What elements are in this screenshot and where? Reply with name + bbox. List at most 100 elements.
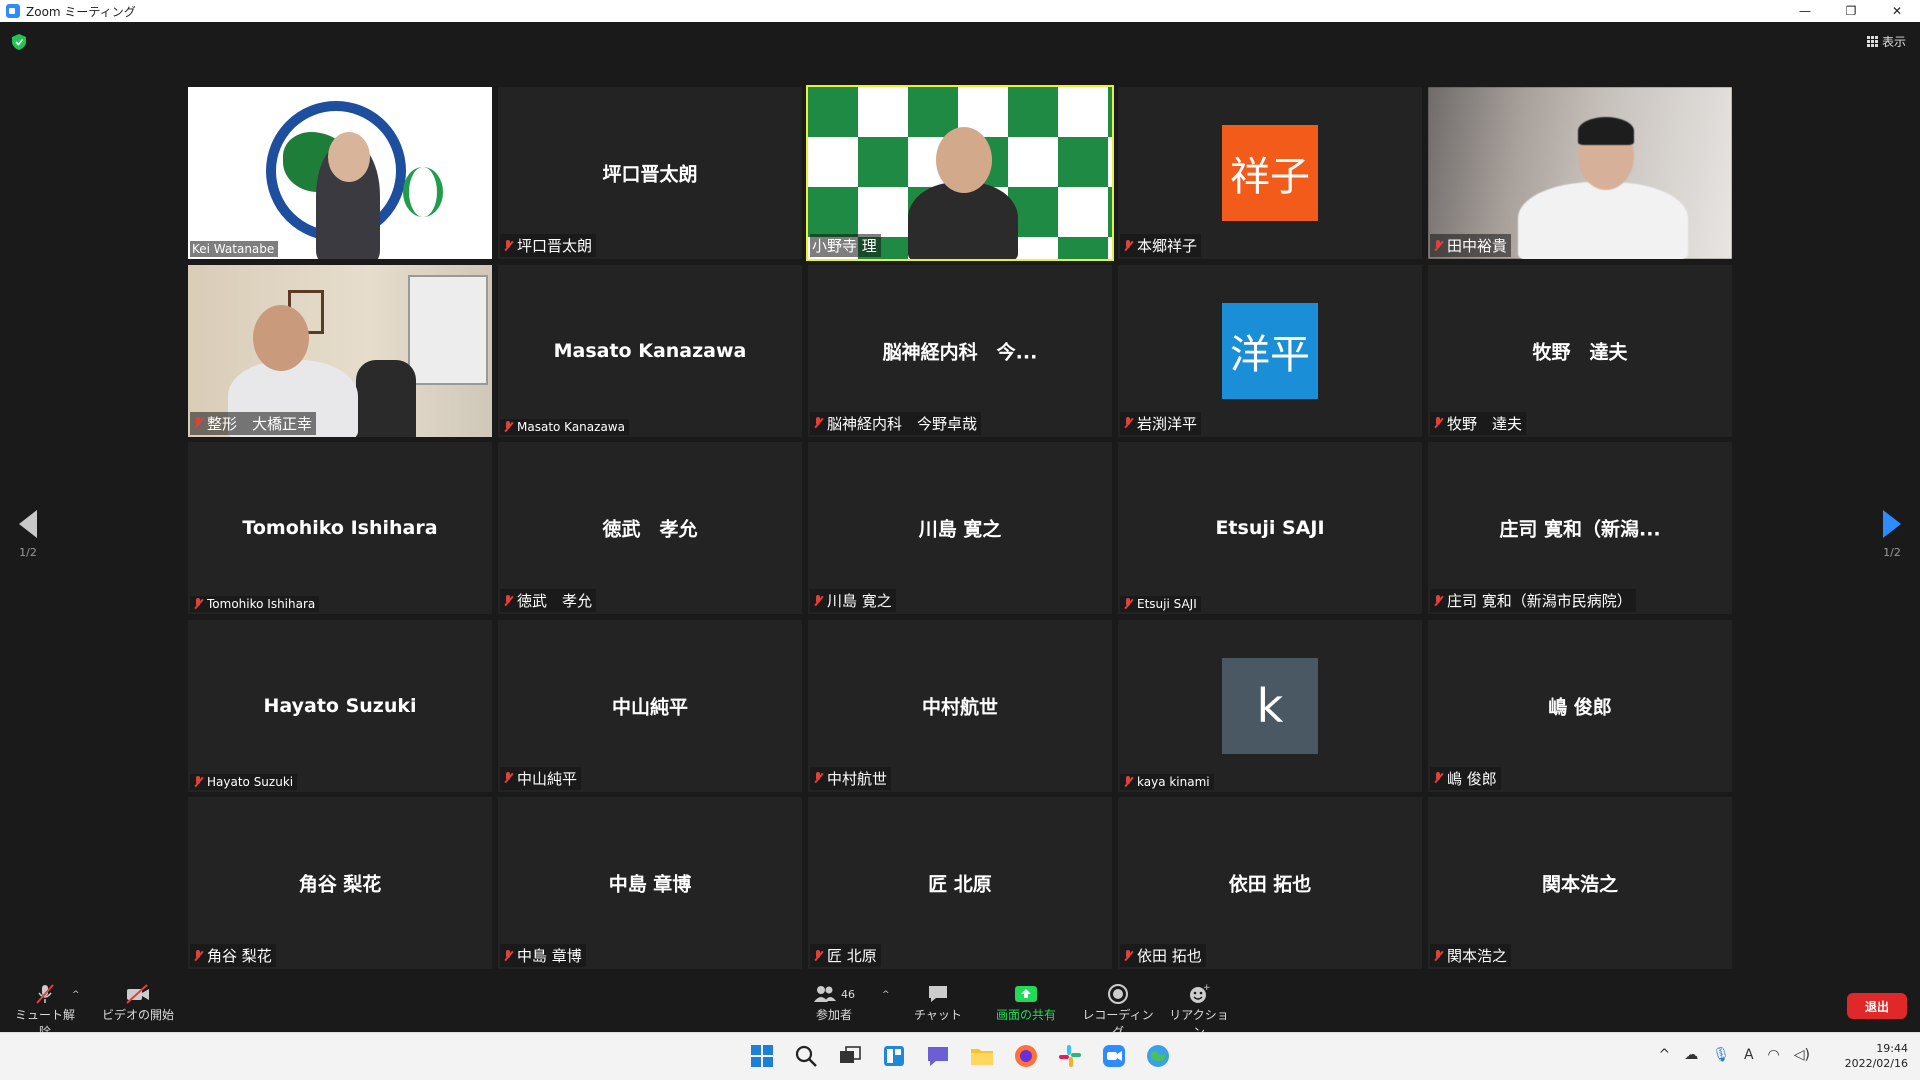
participant-avatar: k — [1222, 657, 1318, 754]
participant-name-text: 匠 北原 — [827, 947, 877, 965]
restore-button[interactable]: ❐ — [1828, 0, 1874, 22]
next-page-button[interactable]: 1/2 — [1872, 510, 1912, 559]
participant-display-name: 依田 拓也 — [1228, 873, 1312, 896]
tray-overflow-caret-icon[interactable]: ^ — [1658, 1047, 1670, 1063]
muted-mic-icon — [1122, 597, 1134, 611]
encryption-shield-icon[interactable] — [12, 34, 26, 50]
participants-options-caret[interactable]: ^ — [882, 990, 890, 1000]
participant-name-label: Masato Kanazawa — [500, 418, 629, 435]
view-button[interactable]: 表示 — [1866, 33, 1906, 50]
participant-tile[interactable]: 匠 北原匠 北原 — [808, 797, 1112, 969]
participant-tile[interactable]: 小野寺 理 — [806, 85, 1114, 261]
participant-name-label: Etsuji SAJI — [1120, 596, 1201, 612]
participant-name-text: 牧野 達夫 — [1447, 414, 1523, 433]
participant-name-label: 坪口晋太朗 — [500, 234, 597, 257]
participant-display-name: 関本浩之 — [1541, 873, 1618, 896]
participant-display-name: 角谷 梨花 — [298, 873, 382, 896]
record-icon — [1108, 984, 1128, 1004]
participant-tile[interactable]: 中村航世 中村航世 — [808, 619, 1112, 792]
participant-name-text: 岩渕洋平 — [1137, 414, 1198, 433]
participant-tile[interactable]: 坪口晋太朗 坪口晋太朗 — [498, 87, 802, 259]
previous-page-button[interactable]: 1/2 — [8, 510, 48, 559]
participant-tile[interactable]: 関本浩之 関本浩之 — [1428, 797, 1732, 969]
start-video-label: ビデオの開始 — [101, 1008, 174, 1022]
onedrive-cloud-icon[interactable]: ☁ — [1684, 1047, 1698, 1063]
participant-tile[interactable]: 洋平 岩渕洋平 — [1118, 264, 1422, 437]
participant-tile[interactable]: 整形 大橋正幸 — [188, 264, 492, 437]
teams-chat-icon[interactable] — [925, 1043, 951, 1069]
participant-display-name: 中村航世 — [921, 696, 998, 718]
microphone-muted-icon — [36, 984, 54, 1004]
minimize-button[interactable]: — — [1782, 0, 1828, 22]
participant-display-name: Etsuji SAJI — [1215, 517, 1325, 539]
search-icon[interactable] — [793, 1043, 819, 1069]
participant-tile[interactable]: Hayato Suzuki Hayato Suzuki — [188, 619, 492, 792]
file-explorer-icon[interactable] — [969, 1043, 995, 1069]
window-titlebar: Zoom ミーティング — ❐ ✕ — [0, 0, 1920, 22]
participant-name-label: 小野寺 理 — [810, 234, 881, 257]
participant-tile[interactable]: Etsuji SAJI Etsuji SAJI — [1118, 442, 1422, 614]
participant-name-label: 中山純平 — [500, 766, 582, 790]
zoom-taskbar-icon[interactable] — [1101, 1043, 1127, 1069]
participant-tile[interactable]: Tomohiko Ishihara Tomohiko Ishihara — [188, 442, 492, 614]
participant-name-text: Etsuji SAJI — [1137, 597, 1197, 611]
participant-tile[interactable]: 中島 章博 中島 章博 — [498, 797, 802, 969]
participant-name-label: Hayato Suzuki — [190, 773, 298, 790]
participant-tile[interactable]: 庄司 寛和（新潟... 庄司 寛和（新潟市民病院） — [1428, 442, 1732, 614]
share-screen-button[interactable]: 画面の共有 — [988, 982, 1064, 1023]
task-view-icon[interactable] — [837, 1043, 863, 1069]
wifi-icon[interactable]: ◠ — [1768, 1047, 1780, 1063]
muted-mic-icon — [502, 239, 514, 253]
participant-tile[interactable]: 田中裕貴 — [1428, 87, 1732, 259]
muted-mic-icon — [1122, 416, 1134, 430]
participant-tile[interactable]: 角谷 梨花 角谷 梨花 — [188, 797, 492, 969]
participants-count: 46 — [841, 987, 855, 1001]
participant-display-name: 坪口晋太朗 — [602, 163, 698, 186]
clock-time: 19:44 — [1876, 1042, 1908, 1055]
widgets-icon[interactable] — [881, 1043, 907, 1069]
browser-globe-icon[interactable] — [1145, 1043, 1171, 1069]
windows-start-icon[interactable] — [749, 1043, 775, 1069]
ime-indicator[interactable]: A — [1744, 1047, 1754, 1063]
start-video-button[interactable]: ビデオの開始 — [100, 982, 176, 1023]
participant-name-text: 依田 拓也 — [1137, 947, 1202, 965]
firefox-icon[interactable] — [1013, 1043, 1039, 1069]
participant-name-text: 中村航世 — [827, 769, 888, 788]
microphone-tray-icon[interactable]: 🎙︎ — [1712, 1047, 1730, 1063]
participant-tile[interactable]: 祥子 本郷祥子 — [1118, 87, 1422, 259]
clock[interactable]: 19:44 2022/02/16 — [1845, 1041, 1908, 1071]
participant-tile[interactable]: 脳神経内科 今... 脳神経内科 今野卓哉 — [808, 264, 1112, 437]
muted-mic-icon — [1432, 949, 1444, 963]
audio-options-caret[interactable]: ^ — [72, 990, 80, 1000]
speaker-icon[interactable]: ◁) — [1794, 1047, 1810, 1063]
reaction-smiley-icon: + — [1190, 983, 1210, 1003]
participant-tile[interactable]: 徳武 孝允 徳武 孝允 — [498, 442, 802, 614]
chat-button[interactable]: チャット — [910, 982, 966, 1023]
participant-tile[interactable]: k kaya kinami — [1118, 619, 1422, 792]
participant-name-label: 庄司 寛和（新潟市民病院） — [1430, 589, 1636, 612]
participant-name-text: 脳神経内科 今野卓哉 — [827, 414, 978, 433]
participant-video — [188, 87, 492, 259]
participant-display-name: 脳神経内科 今... — [882, 341, 1038, 363]
participant-tile[interactable]: 依田 拓也 依田 拓也 — [1118, 797, 1422, 969]
participants-button[interactable]: 46 参加者 — [806, 982, 862, 1023]
close-button[interactable]: ✕ — [1874, 0, 1920, 22]
muted-mic-icon — [1432, 239, 1444, 253]
participant-display-name: 中島 章博 — [608, 873, 692, 896]
slack-icon[interactable] — [1057, 1043, 1083, 1069]
participant-display-name: 嶋 俊郎 — [1548, 696, 1612, 718]
participant-tile[interactable]: 中山純平 中山純平 — [498, 619, 802, 792]
leave-meeting-button[interactable]: 退出 — [1847, 993, 1907, 1019]
participant-tile[interactable]: 牧野 達夫 牧野 達夫 — [1428, 264, 1732, 437]
participant-name-label: 匠 北原 — [810, 944, 881, 967]
participant-tile[interactable]: 川島 寛之 川島 寛之 — [808, 442, 1112, 614]
participant-name-text: Masato Kanazawa — [517, 419, 625, 434]
participant-tile[interactable]: 嶋 俊郎嶋 俊郎 — [1428, 619, 1732, 792]
participant-name-label: 整形 大橋正幸 — [190, 411, 317, 435]
participant-name-label: 脳神経内科 今野卓哉 — [810, 411, 982, 435]
participant-tile[interactable]: Kei Watanabe — [188, 87, 492, 259]
participant-tile[interactable]: Masato Kanazawa Masato Kanazawa — [498, 264, 802, 437]
participant-name-label: 角谷 梨花 — [190, 944, 276, 967]
muted-mic-icon — [502, 594, 514, 608]
participant-name-text: 川島 寛之 — [827, 592, 892, 610]
